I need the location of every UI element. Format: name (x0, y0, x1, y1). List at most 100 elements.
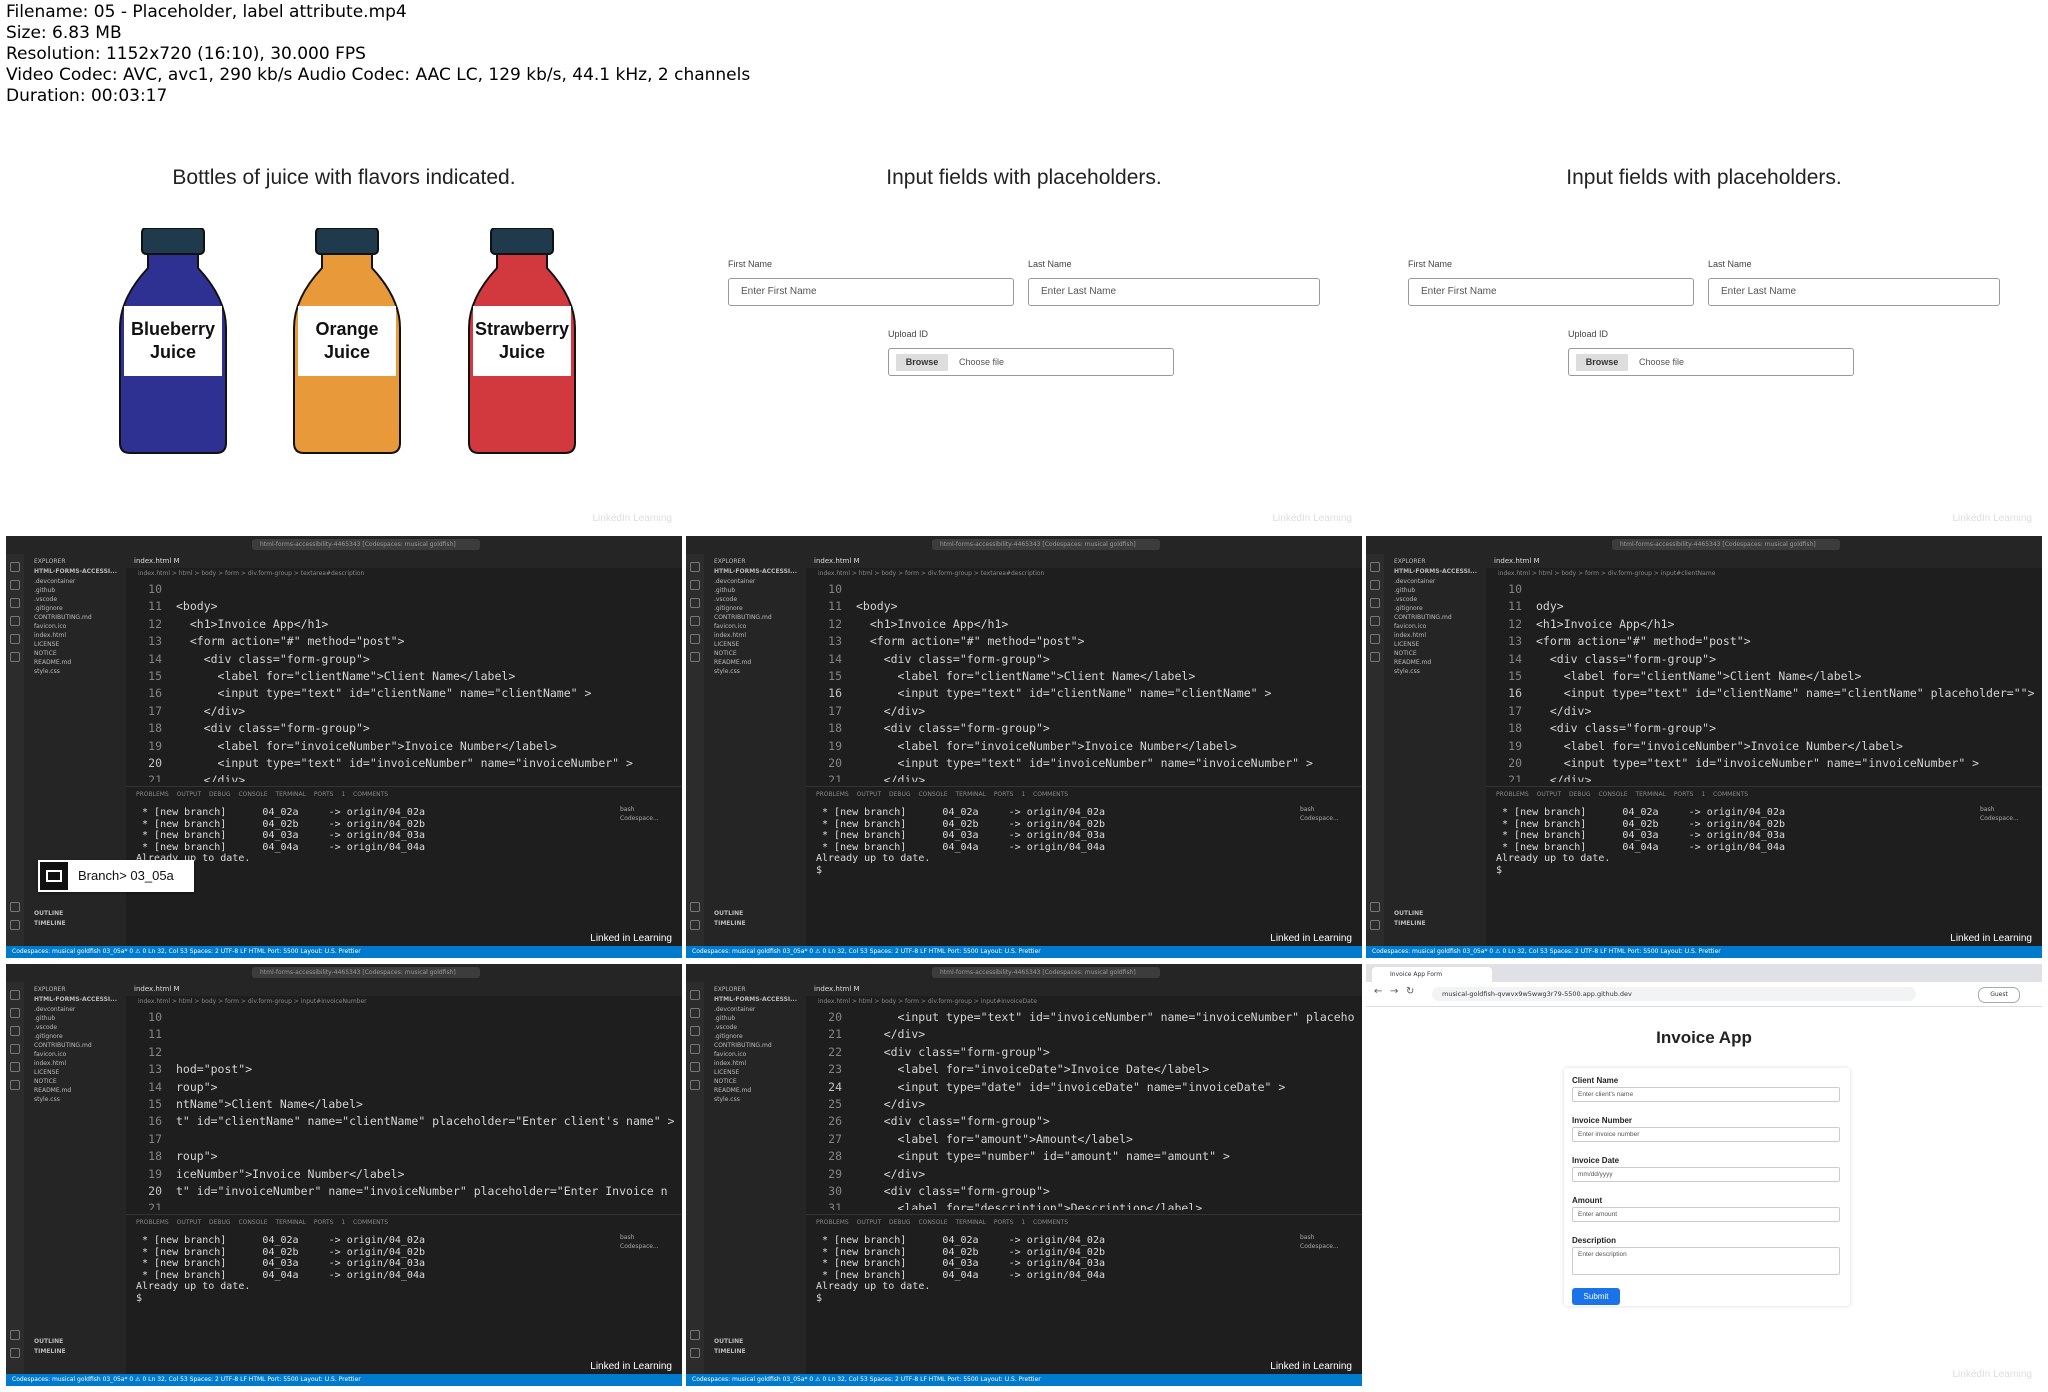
explorer-file[interactable]: NOTICE (34, 650, 57, 657)
search-icon[interactable] (690, 1008, 700, 1018)
explorer-file[interactable]: index.html (714, 1060, 746, 1067)
explorer-file[interactable]: .github (714, 1015, 735, 1022)
command-center-search[interactable]: html-forms-accessibility-4465343 [Codesp… (932, 967, 1160, 978)
code-line[interactable]: </div> (856, 1097, 926, 1111)
code-line[interactable]: <input type="number" id="amount" name="a… (856, 1149, 1230, 1163)
terminal-output[interactable]: * [new branch] 04_02a -> origin/04_02a *… (136, 1235, 425, 1304)
panel-tabs[interactable]: PROBLEMS OUTPUT DEBUG CONSOLE TERMINAL P… (1496, 791, 1748, 798)
invoice-date-input[interactable]: mm/dd/yyyy (1572, 1167, 1840, 1182)
account-icon[interactable] (10, 902, 20, 912)
explorer-file[interactable]: .gitignore (34, 605, 63, 612)
code-line[interactable]: <input type="text" id="clientName" name=… (856, 686, 1272, 700)
search-icon[interactable] (690, 580, 700, 590)
run-debug-icon[interactable] (1370, 616, 1380, 626)
explorer-file[interactable]: README.md (1394, 659, 1431, 666)
explorer-file[interactable]: index.html (714, 632, 746, 639)
explorer-file[interactable]: .github (34, 1015, 55, 1022)
browse-button[interactable]: Browse (1576, 354, 1628, 371)
code-line[interactable]: <body> (856, 599, 898, 613)
code-line[interactable]: <h1>Invoice App</h1> (176, 617, 328, 631)
account-icon[interactable] (1370, 902, 1380, 912)
address-bar[interactable]: musical-goldfish-qvwvx9w5wwg3r79-5500.ap… (1432, 987, 1916, 1001)
tab-index-html[interactable]: index.html M (814, 985, 860, 993)
forward-icon[interactable]: → (1390, 986, 1398, 997)
code-line[interactable]: <label for="clientName">Client Name</lab… (856, 669, 1196, 683)
files-icon[interactable] (1370, 562, 1380, 572)
explorer-file[interactable]: style.css (34, 1096, 60, 1103)
explorer-file[interactable]: .gitignore (714, 605, 743, 612)
command-center-search[interactable]: html-forms-accessibility-4465343 [Codesp… (932, 539, 1160, 550)
code-line[interactable]: <label for="invoiceDate">Invoice Date</l… (856, 1062, 1210, 1076)
outline-section[interactable]: OUTLINE (34, 1338, 63, 1345)
panel-tabs[interactable]: PROBLEMS OUTPUT DEBUG CONSOLE TERMINAL P… (816, 791, 1068, 798)
first-name-input[interactable]: Enter First Name (1408, 278, 1694, 306)
code-line[interactable]: <div class="form-group"> (856, 1114, 1050, 1128)
code-line[interactable]: <input type="text" id="clientName" name=… (176, 686, 592, 700)
breadcrumb[interactable]: index.html > html > body > form > div.fo… (818, 998, 1037, 1005)
explorer-file[interactable]: .gitignore (34, 1033, 63, 1040)
source-control-icon[interactable] (690, 598, 700, 608)
tab-index-html[interactable]: index.html M (814, 557, 860, 565)
extensions-icon[interactable] (690, 634, 700, 644)
terminal-output[interactable]: * [new branch] 04_02a -> origin/04_02a *… (816, 1235, 1105, 1304)
source-control-icon[interactable] (690, 1026, 700, 1036)
code-line[interactable]: </div> (176, 773, 246, 782)
code-line[interactable]: </div> (856, 773, 926, 782)
explorer-file[interactable]: NOTICE (714, 650, 737, 657)
breadcrumb[interactable]: index.html > html > body > form > div.fo… (1498, 570, 1715, 577)
explorer-file[interactable]: .devcontainer (1394, 578, 1435, 585)
codespace-terminal[interactable]: Codespace... (1980, 814, 2034, 823)
explorer-file[interactable]: index.html (1394, 632, 1426, 639)
code-line[interactable]: <h1>Invoice App</h1> (856, 617, 1008, 631)
project-folder[interactable]: HTML-FORMS-ACCESSI... (34, 996, 117, 1003)
gear-icon[interactable] (690, 1348, 700, 1358)
remote-icon[interactable] (10, 652, 20, 662)
bash-terminal[interactable]: bash (1300, 805, 1354, 814)
command-center-search[interactable]: html-forms-accessibility-4465343 [Codesp… (252, 539, 480, 550)
code-line[interactable]: <label for="invoiceNumber">Invoice Numbe… (176, 739, 557, 753)
codespace-terminal[interactable]: Codespace... (1300, 1242, 1354, 1251)
code-line[interactable]: </div> (856, 704, 926, 718)
timeline-section[interactable]: TIMELINE (34, 1348, 66, 1355)
code-line[interactable]: </div> (1536, 773, 1592, 782)
explorer-file[interactable]: CONTRIBUTING.md (1394, 614, 1452, 621)
explorer-file[interactable]: .devcontainer (34, 578, 75, 585)
command-center-search[interactable]: html-forms-accessibility-4465343 [Codesp… (252, 967, 480, 978)
reload-icon[interactable]: ↻ (1406, 986, 1414, 997)
explorer-file[interactable]: .github (34, 587, 55, 594)
code-line[interactable]: <div class="form-group"> (856, 721, 1050, 735)
status-bar[interactable]: Codespaces: musical goldfish 03_05a* 0 ⚠… (1366, 946, 2042, 958)
project-folder[interactable]: HTML-FORMS-ACCESSI... (1394, 568, 1477, 575)
explorer-file[interactable]: LICENSE (1394, 641, 1419, 648)
explorer-file[interactable]: README.md (714, 1087, 751, 1094)
explorer-file[interactable]: CONTRIBUTING.md (34, 1042, 92, 1049)
explorer-file[interactable]: CONTRIBUTING.md (714, 1042, 772, 1049)
code-line[interactable]: <body> (176, 599, 218, 613)
source-control-icon[interactable] (1370, 598, 1380, 608)
explorer-file[interactable]: LICENSE (714, 1069, 739, 1076)
code-line[interactable]: </div> (1536, 704, 1592, 718)
extensions-icon[interactable] (10, 634, 20, 644)
explorer-file[interactable]: .devcontainer (714, 578, 755, 585)
explorer-file[interactable]: .vscode (34, 596, 57, 603)
explorer-file[interactable]: .github (1394, 587, 1415, 594)
bash-terminal[interactable]: bash (1980, 805, 2034, 814)
code-line[interactable]: </div> (856, 1167, 926, 1181)
explorer-file[interactable]: style.css (714, 668, 740, 675)
outline-section[interactable]: OUTLINE (1394, 910, 1423, 917)
code-line[interactable]: <label for="invoiceNumber">Invoice Numbe… (1536, 739, 1903, 753)
remote-icon[interactable] (1370, 652, 1380, 662)
codespace-terminal[interactable]: Codespace... (620, 1242, 674, 1251)
panel-tabs[interactable]: PROBLEMS OUTPUT DEBUG CONSOLE TERMINAL P… (816, 1219, 1068, 1226)
search-icon[interactable] (1370, 580, 1380, 590)
code-line[interactable]: <label for="description">Description</la… (856, 1201, 1203, 1210)
submit-button[interactable]: Submit (1572, 1288, 1620, 1305)
explorer-file[interactable]: .devcontainer (714, 1006, 755, 1013)
code-line[interactable]: </div> (856, 1027, 926, 1041)
code-line[interactable]: <div class="form-group"> (1536, 652, 1716, 666)
code-line[interactable]: <label for="clientName">Client Name</lab… (1536, 669, 1862, 683)
amount-input[interactable]: Enter amount (1572, 1207, 1840, 1222)
code-editor[interactable]: 20 <input type="text" id="invoiceNumber"… (806, 1010, 1356, 1210)
last-name-input[interactable]: Enter Last Name (1028, 278, 1320, 306)
upload-input[interactable]: Browse Choose file (888, 348, 1174, 376)
